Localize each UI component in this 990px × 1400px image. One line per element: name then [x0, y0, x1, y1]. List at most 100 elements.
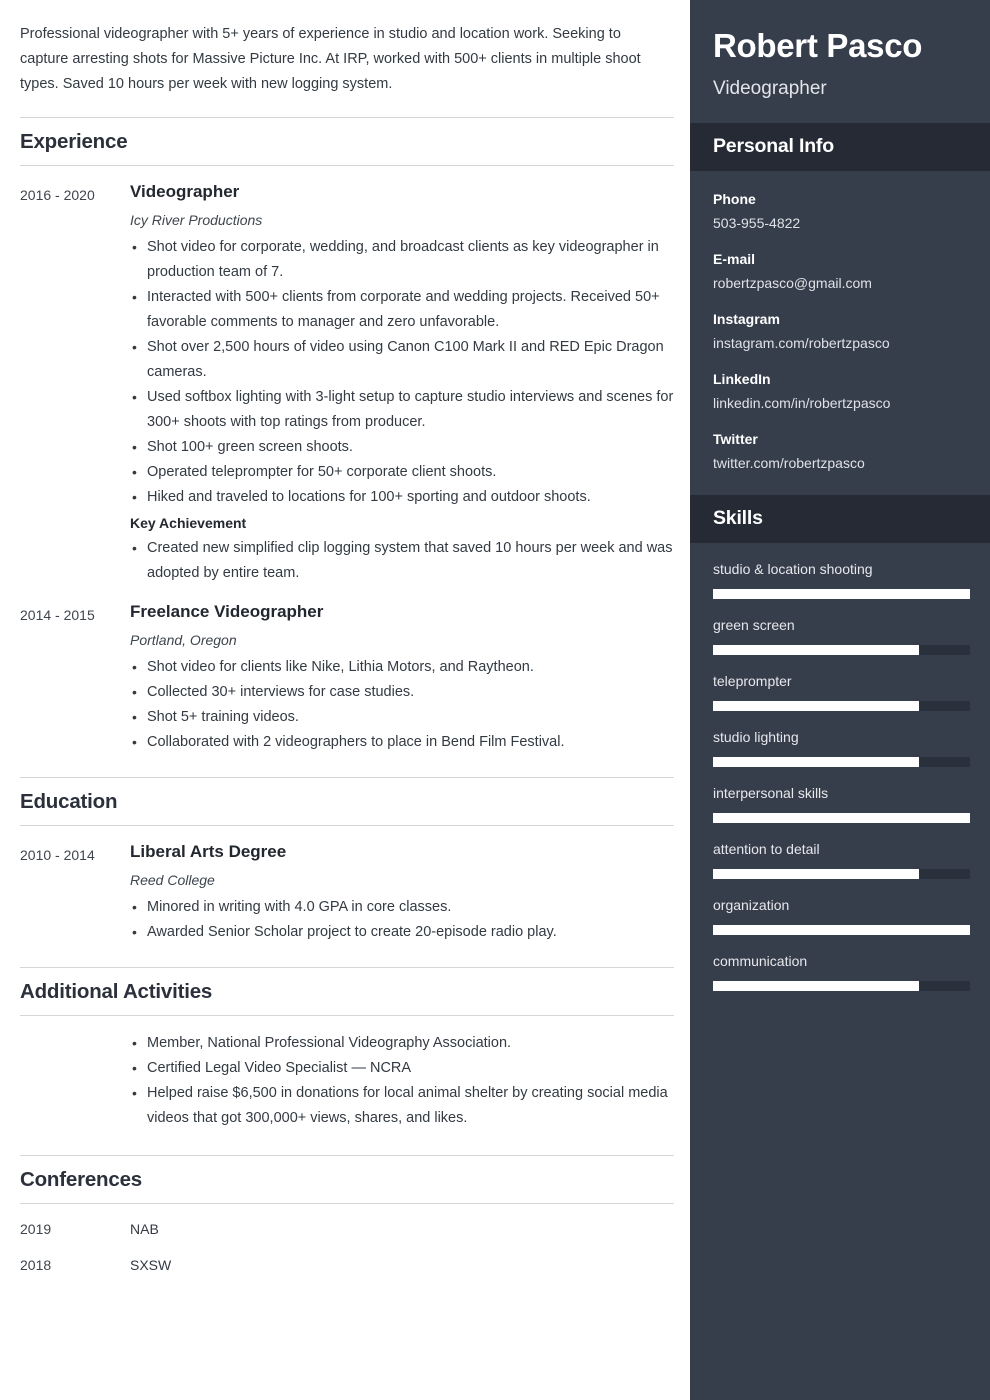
- professional-summary: Professional videographer with 5+ years …: [20, 26, 641, 92]
- skill-bar-track: [713, 589, 970, 599]
- skill-item: attention to detail: [713, 839, 970, 879]
- skills-list: studio & location shooting green screen te…: [690, 543, 990, 991]
- activities-spacer: [20, 1031, 130, 1131]
- contact-label: Twitter: [713, 431, 758, 447]
- skill-bar-fill: [713, 757, 919, 767]
- contact-value[interactable]: linkedin.com/in/robertzpasco: [713, 392, 970, 414]
- skill-bar-fill: [713, 869, 919, 879]
- entry-body: Videographer Icy River Productions Shot vi…: [130, 181, 674, 586]
- entry-body: Liberal Arts Degree Reed College Minored i…: [130, 841, 674, 945]
- bullet-item: Member, National Professional Videograph…: [132, 1031, 674, 1056]
- skill-bar-track: [713, 645, 970, 655]
- activities-bullet-list: Member, National Professional Videograph…: [130, 1031, 674, 1131]
- experience-entry: 2014 - 2015 Freelance Videographer Portlan…: [20, 586, 674, 755]
- contact-item: Twitter twitter.com/robertzpasco: [713, 429, 970, 474]
- personal-info-band: Personal Info: [690, 123, 990, 171]
- contact-label: E-mail: [713, 251, 756, 267]
- skill-bar-fill: [713, 813, 970, 823]
- entry-dates: 2014 - 2015: [20, 607, 95, 623]
- bullet-item: Certified Legal Video Specialist — NCRA: [132, 1056, 674, 1081]
- skills-band: Skills: [690, 495, 990, 543]
- candidate-name: Robert Pasco: [713, 27, 923, 64]
- conference-year: 2018: [20, 1257, 52, 1273]
- entry-bullet-list: Minored in writing with 4.0 GPA in core …: [130, 895, 674, 945]
- entry-role: Freelance Videographer: [130, 602, 324, 621]
- conference-year: 2019: [20, 1221, 52, 1237]
- activities-section: Additional Activities Member, National P…: [20, 967, 674, 1131]
- contact-item: Phone 503-955-4822: [713, 189, 970, 234]
- conference-row: 2018 SXSW: [20, 1246, 674, 1282]
- bullet-item: Collected 30+ interviews for case studie…: [132, 680, 674, 705]
- skills-heading: Skills: [713, 507, 763, 529]
- entry-dates: 2010 - 2014: [20, 847, 95, 863]
- experience-entries: 2016 - 2020 Videographer Icy River Product…: [20, 166, 674, 755]
- skill-item: studio lighting: [713, 727, 970, 767]
- entry-bullet-list: Shot video for corporate, wedding, and b…: [130, 235, 674, 510]
- conference-name: NAB: [130, 1221, 159, 1237]
- skill-name: green screen: [713, 617, 795, 633]
- skill-bar-fill: [713, 589, 970, 599]
- contact-label: Phone: [713, 191, 756, 207]
- bullet-item: Operated teleprompter for 50+ corporate …: [132, 460, 674, 485]
- personal-info-heading: Personal Info: [713, 135, 834, 157]
- bullet-item: Interacted with 500+ clients from corpor…: [132, 285, 674, 335]
- bullet-item: Used softbox lighting with 3-light setup…: [132, 385, 674, 435]
- bullet-item: Created new simplified clip logging syst…: [132, 536, 674, 586]
- education-section: Education 2010 - 2014 Liberal Arts Degree…: [20, 777, 674, 945]
- education-entries: 2010 - 2014 Liberal Arts Degree Reed Colle…: [20, 826, 674, 945]
- key-achievement-label: Key Achievement: [130, 515, 247, 531]
- activities-heading: Additional Activities: [20, 980, 213, 1003]
- key-achievement-bullet-list: Created new simplified clip logging syst…: [130, 536, 674, 586]
- entry-role: Liberal Arts Degree: [130, 842, 287, 861]
- skill-item: studio & location shooting: [713, 559, 970, 599]
- contact-value[interactable]: twitter.com/robertzpasco: [713, 452, 970, 474]
- conference-rows: 2019 NAB 2018 SXSW: [20, 1204, 674, 1282]
- conferences-heading: Conferences: [20, 1168, 142, 1191]
- skill-bar-fill: [713, 701, 919, 711]
- bullet-item: Awarded Senior Scholar project to create…: [132, 920, 674, 945]
- skill-item: teleprompter: [713, 671, 970, 711]
- entry-organization: Icy River Productions: [130, 212, 263, 228]
- skill-name: organization: [713, 897, 790, 913]
- conference-name: SXSW: [130, 1257, 172, 1273]
- skill-bar-fill: [713, 645, 919, 655]
- skill-name: interpersonal skills: [713, 785, 829, 801]
- skill-item: organization: [713, 895, 970, 935]
- skill-bar-track: [713, 869, 970, 879]
- skill-bar-track: [713, 925, 970, 935]
- candidate-job-title: Videographer: [713, 78, 827, 99]
- contact-label: Instagram: [713, 311, 780, 327]
- experience-heading: Experience: [20, 130, 128, 153]
- skill-item: communication: [713, 951, 970, 991]
- skill-bar-track: [713, 813, 970, 823]
- contact-value[interactable]: instagram.com/robertzpasco: [713, 332, 970, 354]
- bullet-item: Helped raise $6,500 in donations for loc…: [132, 1081, 674, 1131]
- contact-value[interactable]: robertzpasco@gmail.com: [713, 272, 970, 294]
- personal-info-list: Phone 503-955-4822 E-mail robertzpasco@gmai…: [690, 171, 990, 495]
- conference-row: 2019 NAB: [20, 1210, 674, 1246]
- skill-bar-track: [713, 701, 970, 711]
- skill-item: interpersonal skills: [713, 783, 970, 823]
- skill-name: communication: [713, 953, 808, 969]
- contact-item: Instagram instagram.com/robertzpasco: [713, 309, 970, 354]
- contact-value[interactable]: 503-955-4822: [713, 212, 970, 234]
- bullet-item: Collaborated with 2 videographers to pla…: [132, 730, 674, 755]
- skill-name: teleprompter: [713, 673, 792, 689]
- bullet-item: Minored in writing with 4.0 GPA in core …: [132, 895, 674, 920]
- entry-dates: 2016 - 2020: [20, 187, 95, 203]
- experience-section: Experience 2016 - 2020 Videographer Icy Ri…: [20, 117, 674, 755]
- skill-bar-track: [713, 981, 970, 991]
- entry-organization: Portland, Oregon: [130, 632, 237, 648]
- skill-bar-fill: [713, 981, 919, 991]
- experience-entry: 2016 - 2020 Videographer Icy River Product…: [20, 166, 674, 586]
- activities-entry: Member, National Professional Videograph…: [20, 1016, 674, 1131]
- bullet-item: Shot over 2,500 hours of video using Can…: [132, 335, 674, 385]
- education-heading: Education: [20, 790, 118, 813]
- contact-item: E-mail robertzpasco@gmail.com: [713, 249, 970, 294]
- entry-role: Videographer: [130, 182, 240, 201]
- entry-bullet-list: Shot video for clients like Nike, Lithia…: [130, 655, 674, 755]
- main-column: Professional videographer with 5+ years …: [0, 0, 690, 1400]
- activities-body: Member, National Professional Videograph…: [130, 1031, 674, 1131]
- bullet-item: Shot 5+ training videos.: [132, 705, 674, 730]
- skill-item: green screen: [713, 615, 970, 655]
